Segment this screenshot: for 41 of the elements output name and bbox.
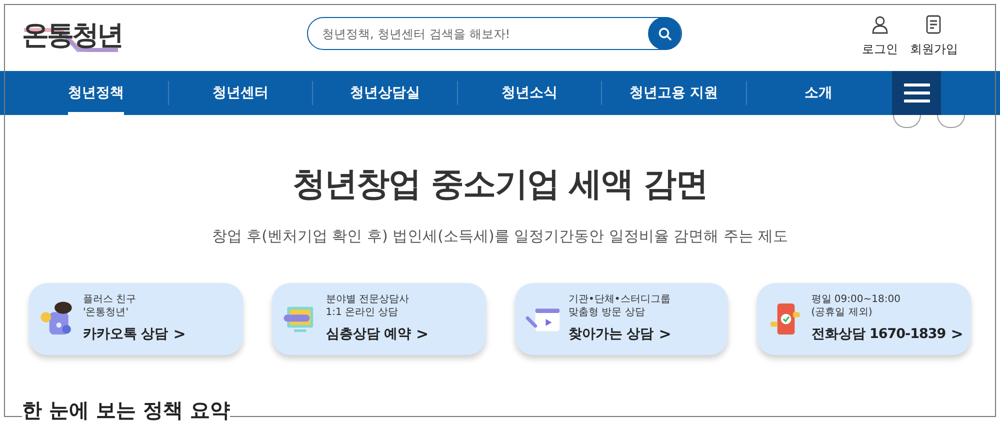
- page-subtitle: 창업 후(벤처기업 확인 후) 법인세(소득세)를 일정기간동안 일정비율 감면해 주는 제도: [212, 226, 788, 246]
- card-label: 전화상담 1670-1839: [811, 324, 946, 344]
- user-icon: [870, 15, 890, 35]
- nav-tab[interactable]: 청년정책: [68, 71, 124, 115]
- nav-tab[interactable]: 청년상담실: [350, 71, 420, 115]
- document-icon: [925, 15, 943, 35]
- chevron-icon: >: [950, 322, 964, 346]
- menu-button[interactable]: [892, 71, 941, 115]
- next-button[interactable]: [937, 115, 965, 128]
- search-icon: [658, 26, 672, 40]
- nav-tab[interactable]: 청년소식: [501, 71, 558, 115]
- card-caption: 플러스 친구: [83, 292, 138, 306]
- card-caption: (공휴일 제외): [811, 306, 874, 319]
- card-label: 찾아가는 상담: [568, 324, 654, 344]
- nav-tab[interactable]: 청년센터: [212, 71, 268, 115]
- card-caption: 평일 09:00~18:00: [811, 292, 902, 306]
- search-field[interactable]: 청년정책, 청년센터 검색을 해보자!: [322, 24, 648, 42]
- consultation-card[interactable]: 분야별 전문상담사 1:1 온라인 상담 심층상담 예약 >: [272, 283, 486, 355]
- chevron-icon: >: [658, 322, 672, 346]
- consultation-card[interactable]: 플러스 친구 '온통청년' 카카오톡 상담 >: [29, 283, 243, 355]
- card-caption: 1:1 온라인 상담: [326, 306, 400, 319]
- consultation-card[interactable]: 평일 09:00~18:00 (공휴일 제외) 전화상담 1670-1839 >: [757, 283, 971, 355]
- chevron-icon: >: [173, 322, 186, 346]
- search-bar[interactable]: 청년정책, 청년센터 검색을 해보자!: [307, 17, 682, 50]
- chevron-icon: >: [416, 322, 429, 346]
- card-caption: '온통청년': [83, 306, 130, 319]
- consultation-card[interactable]: 기관•단체•스터디그룹 맞춤형 방문 상담 찾아가는 상담 >: [514, 283, 728, 355]
- logo[interactable]: 온통청년: [22, 16, 122, 56]
- card-caption: 맞춤형 방문 상담: [568, 306, 646, 319]
- previous-button[interactable]: [893, 115, 921, 128]
- menu-icon: [904, 83, 930, 103]
- nav-tab[interactable]: 청년고용 지원: [629, 71, 718, 115]
- login-link[interactable]: 로그인: [862, 15, 898, 58]
- card-caption: 기관•단체•스터디그룹: [568, 292, 672, 306]
- search-button[interactable]: [648, 17, 681, 50]
- card-caption: 분야별 전문상담사: [326, 292, 410, 306]
- signup-link[interactable]: 회원가입: [910, 15, 958, 58]
- nav-tab[interactable]: 소개: [804, 71, 832, 115]
- card-label: 심층상담 예약: [326, 324, 411, 344]
- page-title: 청년창업 중소기업 세액 감면: [292, 163, 708, 205]
- card-label: 카카오톡 상담: [83, 324, 168, 344]
